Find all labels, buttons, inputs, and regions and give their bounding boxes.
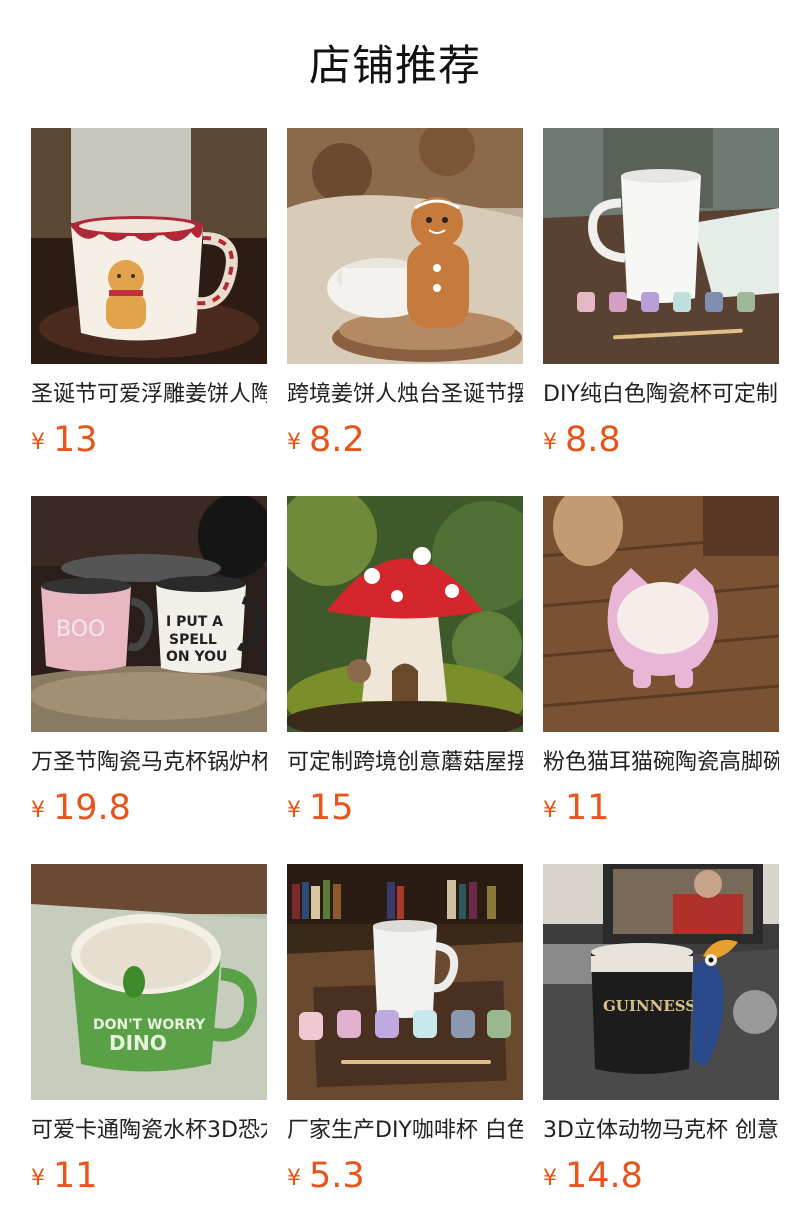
product-name[interactable]: 圣诞节可爱浮雕姜饼人陶瓷马克杯 xyxy=(31,380,267,410)
svg-text:ON YOU: ON YOU xyxy=(166,649,227,665)
product-price: ¥8.8 xyxy=(543,420,779,463)
svg-text:DINO: DINO xyxy=(109,1031,167,1055)
product-image-green-dino-mug[interactable]: DON'T WORRY DINO xyxy=(31,864,267,1100)
product-image-gingerbread-mug[interactable] xyxy=(31,128,267,364)
currency-symbol: ¥ xyxy=(287,1166,301,1191)
product-image-gingerbread-candle-holder[interactable] xyxy=(287,128,523,364)
product-price: ¥8.2 xyxy=(287,420,523,463)
price-value: 14.8 xyxy=(565,1156,643,1196)
product-name[interactable]: 可定制跨境创意蘑菇屋摆件 xyxy=(287,748,523,778)
svg-text:I PUT A: I PUT A xyxy=(166,614,223,630)
product-name[interactable]: DIY纯白色陶瓷杯可定制 xyxy=(543,380,779,410)
product-price: ¥15 xyxy=(287,788,523,831)
product-card[interactable]: 可定制跨境创意蘑菇屋摆件 ¥15 xyxy=(287,496,523,831)
product-price: ¥11 xyxy=(31,1156,267,1199)
product-price: ¥13 xyxy=(31,420,267,463)
product-image-white-diy-mug-paints[interactable] xyxy=(543,128,779,364)
currency-symbol: ¥ xyxy=(31,798,45,823)
product-card[interactable]: BOO I PUT A SPELL ON YOU 万圣节陶瓷马克杯锅炉杯 ¥19… xyxy=(31,496,267,831)
product-name[interactable]: 跨境姜饼人烛台圣诞节摆件 xyxy=(287,380,523,410)
currency-symbol: ¥ xyxy=(543,1166,557,1191)
product-price: ¥5.3 xyxy=(287,1156,523,1199)
product-card[interactable]: 圣诞节可爱浮雕姜饼人陶瓷马克杯 ¥13 xyxy=(31,128,267,463)
product-name[interactable]: 厂家生产DIY咖啡杯 白色 xyxy=(287,1116,523,1146)
product-name[interactable]: 3D立体动物马克杯 创意 xyxy=(543,1116,779,1146)
product-card[interactable]: 粉色猫耳猫碗陶瓷高脚碗 ¥11 xyxy=(543,496,779,831)
product-card[interactable]: 厂家生产DIY咖啡杯 白色 ¥5.3 xyxy=(287,864,523,1199)
svg-text:GUINNESS: GUINNESS xyxy=(603,997,696,1015)
product-card[interactable]: 跨境姜饼人烛台圣诞节摆件 ¥8.2 xyxy=(287,128,523,463)
product-price: ¥14.8 xyxy=(543,1156,779,1199)
product-name[interactable]: 万圣节陶瓷马克杯锅炉杯 xyxy=(31,748,267,778)
currency-symbol: ¥ xyxy=(543,798,557,823)
price-value: 8.2 xyxy=(309,420,365,460)
product-price: ¥11 xyxy=(543,788,779,831)
product-card[interactable]: GUINNESS 3D立体动物马克杯 创意 ¥14.8 xyxy=(543,864,779,1199)
product-card[interactable]: DIY纯白色陶瓷杯可定制 ¥8.8 xyxy=(543,128,779,463)
currency-symbol: ¥ xyxy=(31,1166,45,1191)
product-card[interactable]: DON'T WORRY DINO 可爱卡通陶瓷水杯3D恐龙杯 ¥11 xyxy=(31,864,267,1199)
currency-symbol: ¥ xyxy=(287,430,301,455)
product-name[interactable]: 粉色猫耳猫碗陶瓷高脚碗 xyxy=(543,748,779,778)
product-image-toucan-mug[interactable]: GUINNESS xyxy=(543,864,779,1100)
svg-text:BOO: BOO xyxy=(56,617,105,642)
currency-symbol: ¥ xyxy=(543,430,557,455)
product-image-mushroom-house[interactable] xyxy=(287,496,523,732)
product-image-pink-cat-bowl[interactable] xyxy=(543,496,779,732)
price-value: 11 xyxy=(565,788,610,828)
price-value: 13 xyxy=(53,420,98,460)
currency-symbol: ¥ xyxy=(287,798,301,823)
price-value: 15 xyxy=(309,788,354,828)
product-image-halloween-mugs[interactable]: BOO I PUT A SPELL ON YOU xyxy=(31,496,267,732)
currency-symbol: ¥ xyxy=(31,430,45,455)
price-value: 11 xyxy=(53,1156,98,1196)
product-name[interactable]: 可爱卡通陶瓷水杯3D恐龙杯 xyxy=(31,1116,267,1146)
svg-text:SPELL: SPELL xyxy=(169,632,217,648)
page-title: 店铺推荐 xyxy=(308,41,481,90)
price-value: 19.8 xyxy=(53,788,131,828)
product-image-diy-coffee-cup-paints[interactable] xyxy=(287,864,523,1100)
price-value: 8.8 xyxy=(565,420,621,460)
price-value: 5.3 xyxy=(309,1156,365,1196)
product-price: ¥19.8 xyxy=(31,788,267,831)
